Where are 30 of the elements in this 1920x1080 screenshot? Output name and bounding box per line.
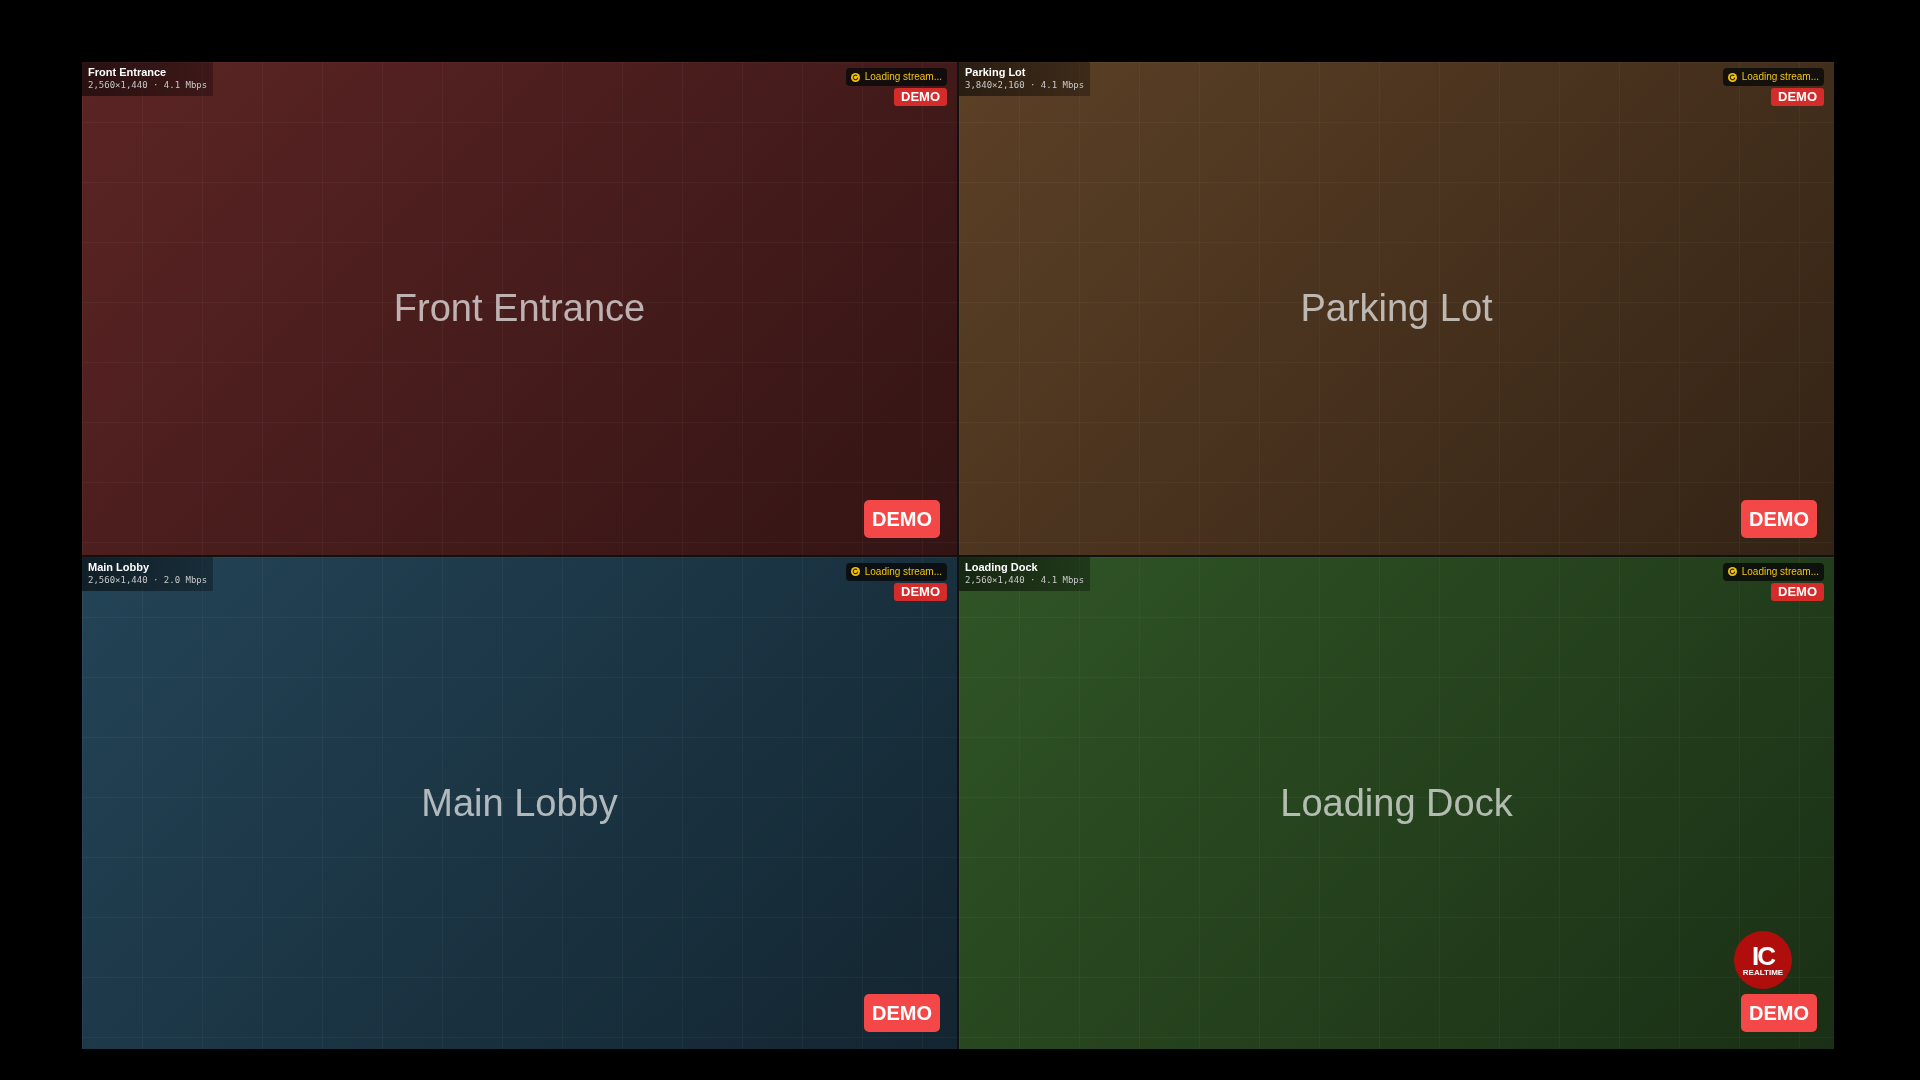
logo-text: REALTIME	[1742, 967, 1784, 977]
demo-badge: DEMO	[894, 88, 947, 106]
camera-name: Parking Lot	[965, 66, 1027, 79]
status-text: Loading stream...	[864, 564, 942, 579]
stream-specs: 2,560×1,440 · 4.1 Mbps	[965, 573, 1085, 586]
camera-name: Main Lobby	[88, 560, 151, 574]
demo-button[interactable]: DEMO	[864, 994, 940, 1032]
feed-title: Front Entrance	[392, 285, 647, 331]
demo-badge: DEMO	[894, 582, 947, 601]
stream-specs: 3,840×2,160 · 4.1 Mbps	[965, 79, 1085, 91]
feed-title: Main Lobby	[420, 780, 619, 826]
spinner-icon	[850, 567, 860, 576]
spinner-icon	[1727, 72, 1737, 82]
camera-name: Front Entrance	[88, 66, 168, 79]
status-text: Loading stream...	[864, 70, 942, 84]
stream-specs: 2,560×1,440 · 4.1 Mbps	[88, 79, 208, 91]
status-text: Loading stream...	[1741, 70, 1819, 84]
demo-button[interactable]: DEMO	[1741, 994, 1817, 1032]
demo-button[interactable]: DEMO	[864, 499, 940, 538]
demo-badge: DEMO	[1771, 88, 1824, 106]
stream-specs: 2,560×1,440 · 2.0 Mbps	[88, 573, 208, 586]
feed-title: Loading Dock	[1279, 780, 1514, 826]
demo-badge: DEMO	[1771, 582, 1824, 601]
spinner-icon	[1727, 567, 1737, 576]
logo-mark: IC	[1752, 943, 1774, 968]
spinner-icon	[850, 72, 860, 82]
demo-button[interactable]: DEMO	[1741, 499, 1817, 538]
feed-title: Parking Lot	[1299, 285, 1494, 331]
status-text: Loading stream...	[1741, 564, 1819, 579]
camera-name: Loading Dock	[965, 560, 1039, 574]
